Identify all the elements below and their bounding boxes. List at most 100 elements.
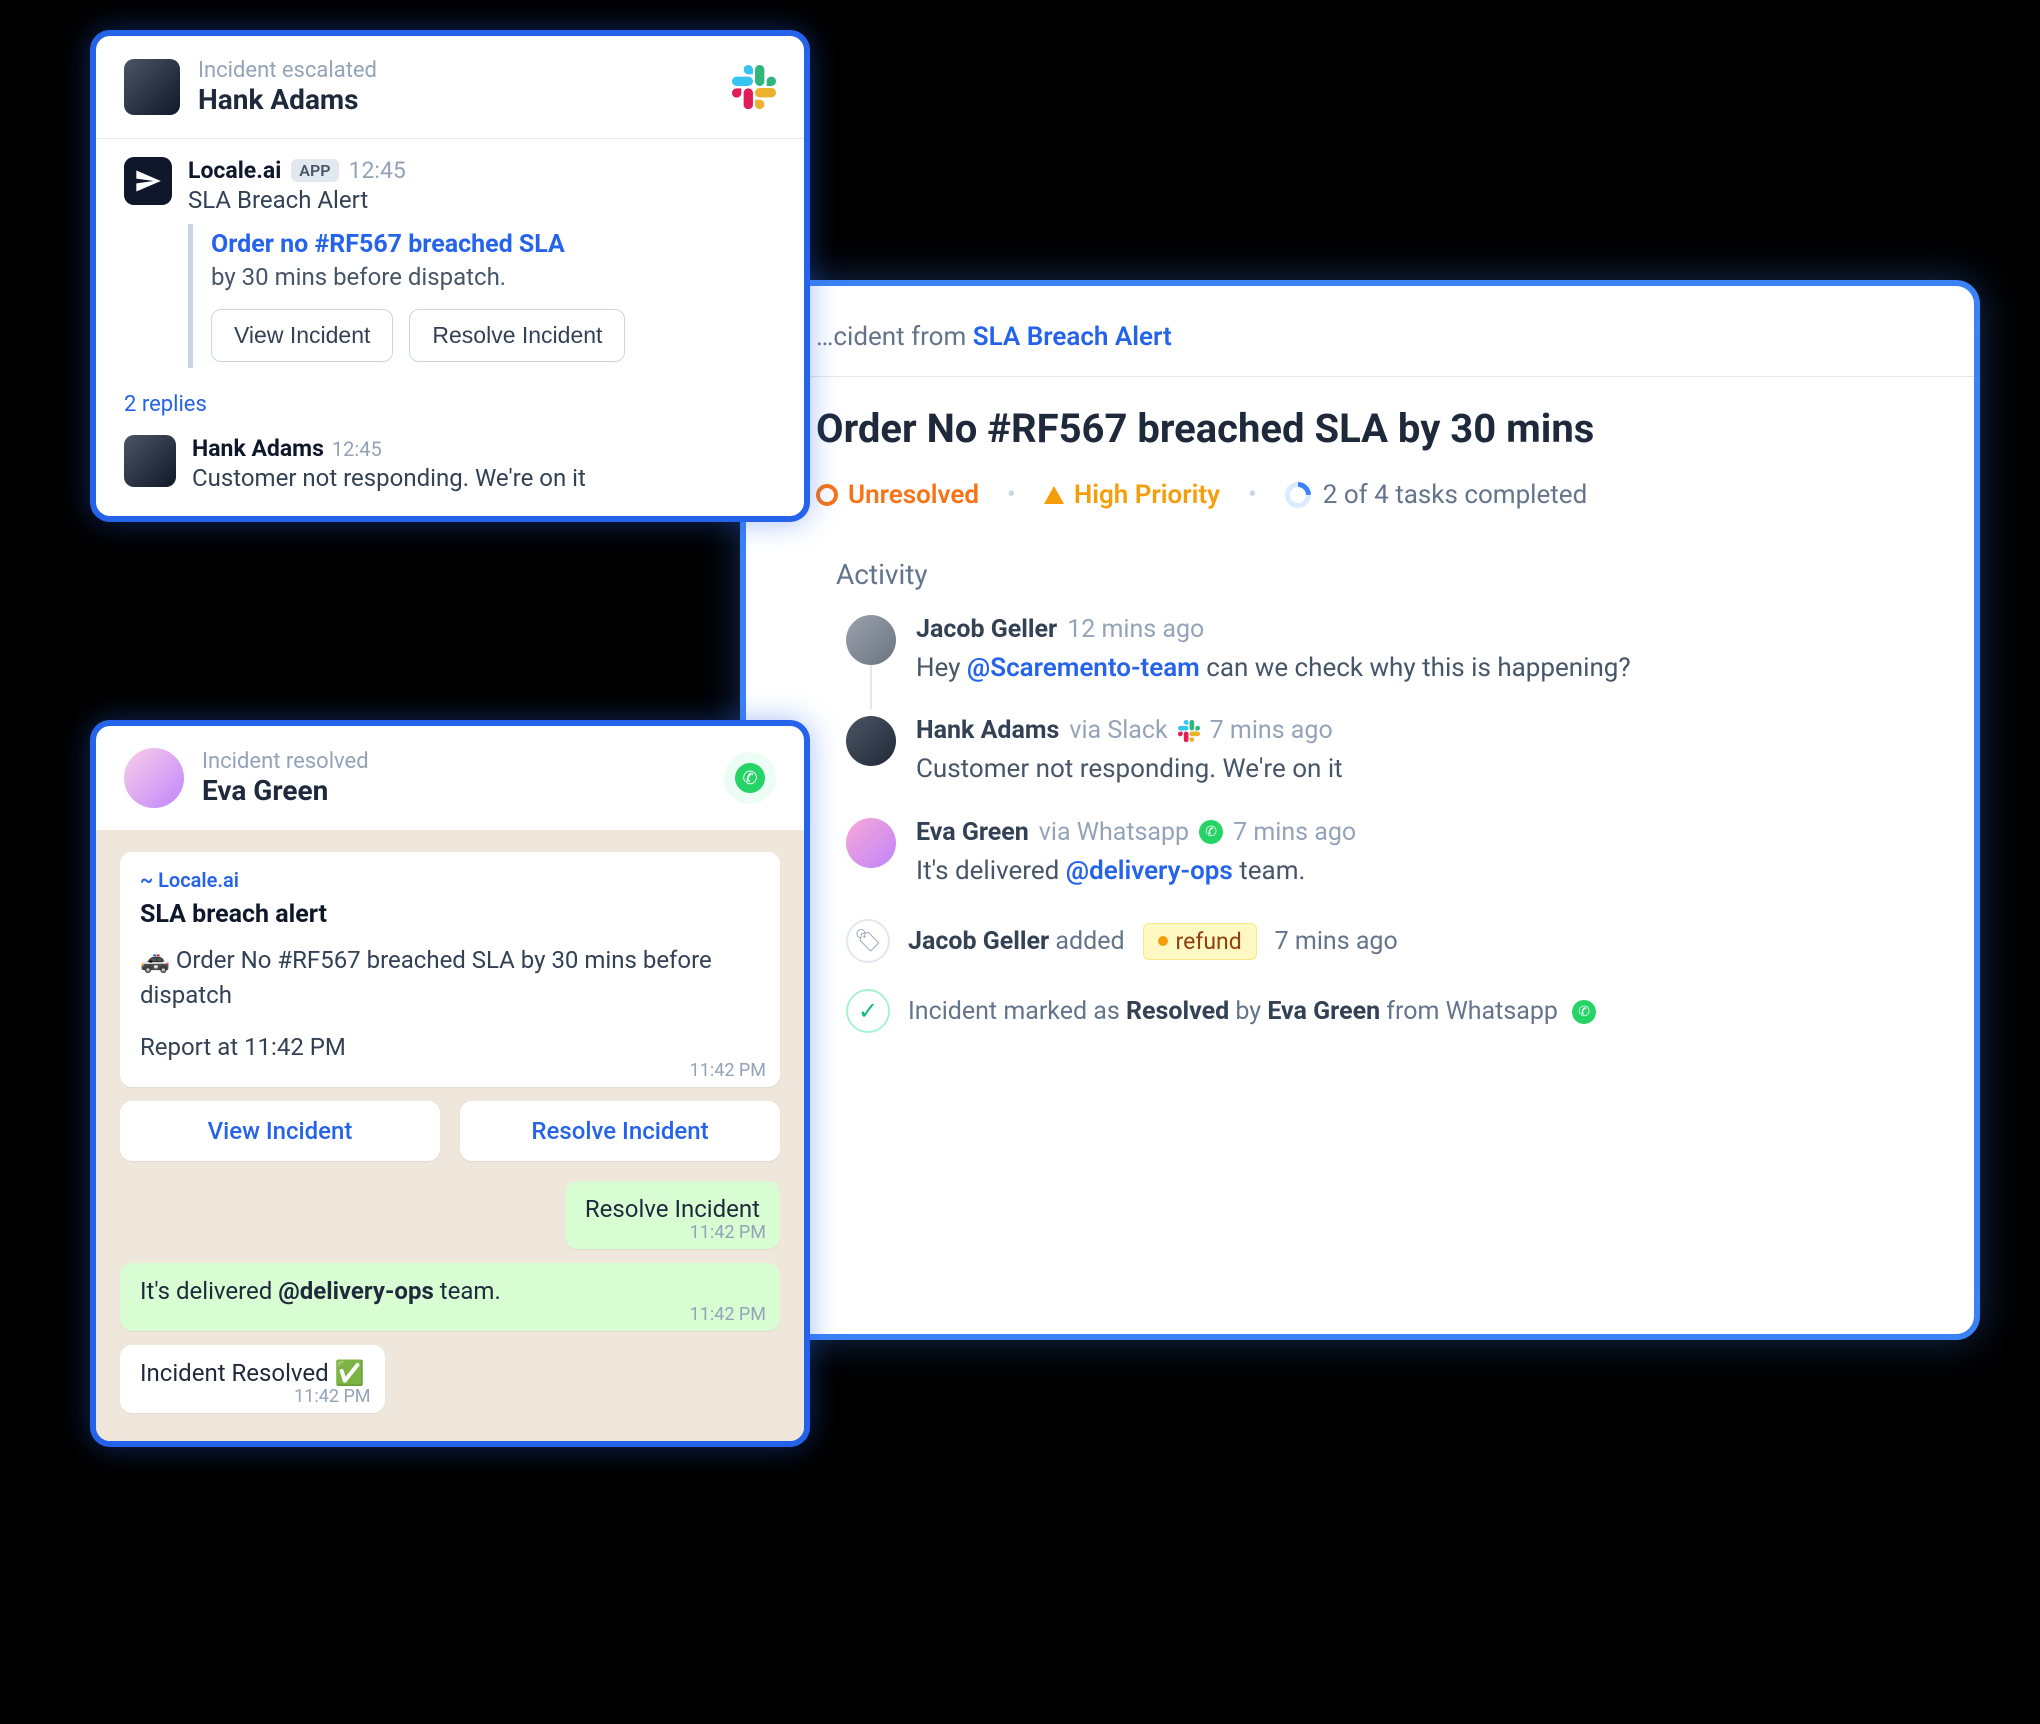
outgoing-message: It's delivered @delivery-ops team. 11:42… bbox=[120, 1263, 780, 1331]
alert-title[interactable]: Order no #RF567 breached SLA bbox=[211, 230, 776, 259]
status-unresolved: Unresolved bbox=[816, 480, 979, 510]
resolved-state: Resolved bbox=[1126, 997, 1229, 1026]
activity-item: Jacob Geller 12 mins ago Hey @Scaremento… bbox=[846, 615, 1926, 686]
reply-text: Customer not responding. We're on it bbox=[192, 464, 586, 492]
card-person: Eva Green bbox=[202, 774, 724, 807]
activity-time: 7 mins ago bbox=[1210, 716, 1333, 745]
breadcrumb: …cident from SLA Breach Alert bbox=[816, 322, 1926, 352]
whatsapp-icon: ✆ bbox=[1572, 1000, 1596, 1024]
report-line: Report at 11:42 PM bbox=[140, 1033, 760, 1061]
mention[interactable]: @Scaremento-team bbox=[967, 653, 1200, 683]
activity-message: Customer not responding. We're on it bbox=[916, 751, 1926, 787]
whatsapp-chat: ~ Locale.ai SLA breach alert 🚓 Order No … bbox=[96, 830, 804, 1441]
avatar bbox=[846, 716, 896, 766]
reply-author: Hank Adams bbox=[192, 435, 324, 462]
activity-tag-row: 🏷 Jacob Geller added refund 7 mins ago bbox=[846, 919, 1926, 963]
avatar bbox=[124, 435, 176, 487]
avatar bbox=[124, 748, 184, 808]
dot-separator: • bbox=[1007, 480, 1016, 510]
breadcrumb-link[interactable]: SLA Breach Alert bbox=[973, 322, 1172, 352]
message-timestamp: 11:42 PM bbox=[294, 1386, 370, 1407]
activity-message: Hey @Scaremento-team can we check why th… bbox=[916, 650, 1926, 686]
activity-time: 7 mins ago bbox=[1233, 818, 1356, 847]
activity-via: via Whatsapp bbox=[1039, 818, 1189, 847]
dot-separator: • bbox=[1248, 480, 1257, 510]
alert-quote: Order no #RF567 breached SLA by 30 mins … bbox=[188, 224, 776, 368]
divider bbox=[746, 376, 1974, 377]
status-row: Unresolved • High Priority • 2 of 4 task… bbox=[816, 480, 1926, 510]
slack-icon bbox=[732, 65, 776, 109]
check-icon: ✅ bbox=[335, 1359, 365, 1387]
whatsapp-badge: ✆ bbox=[724, 752, 776, 804]
activity-resolved-row: ✓ Incident marked as Resolved by Eva Gre… bbox=[846, 989, 1926, 1033]
incident-title: Order No #RF567 breached SLA by 30 mins bbox=[816, 405, 1926, 452]
avatar bbox=[846, 818, 896, 868]
activity-via: via Slack bbox=[1069, 716, 1167, 745]
activity-author: Jacob Geller bbox=[916, 615, 1057, 644]
priority-badge: High Priority bbox=[1044, 480, 1220, 510]
message-text: Incident Resolved ✅ bbox=[140, 1359, 365, 1387]
mention[interactable]: @delivery-ops bbox=[1066, 856, 1233, 886]
mention: @delivery-ops bbox=[278, 1277, 434, 1305]
incoming-message: ~ Locale.ai SLA breach alert 🚓 Order No … bbox=[120, 852, 780, 1087]
priority-icon bbox=[1044, 486, 1064, 504]
resolved-by: Eva Green bbox=[1267, 997, 1380, 1026]
alert-type: SLA Breach Alert bbox=[188, 186, 406, 214]
check-circle-icon: ✓ bbox=[846, 989, 890, 1033]
activity-author: Eva Green bbox=[916, 818, 1029, 847]
message-timestamp: 11:42 PM bbox=[690, 1060, 766, 1081]
system-message: Incident Resolved ✅ 11:42 PM bbox=[120, 1345, 385, 1413]
tasks-progress: 2 of 4 tasks completed bbox=[1285, 480, 1587, 510]
activity-item: Hank Adams via Slack 7 mins ago Customer… bbox=[846, 716, 1926, 787]
priority-label: High Priority bbox=[1074, 480, 1220, 510]
tag-time: 7 mins ago bbox=[1275, 927, 1398, 956]
app-badge: APP bbox=[291, 159, 338, 182]
activity-item: Eva Green via Whatsapp ✆ 7 mins ago It's… bbox=[846, 818, 1926, 889]
activity-message: It's delivered @delivery-ops team. bbox=[916, 853, 1926, 889]
message-text: Resolve Incident bbox=[585, 1195, 760, 1223]
alert-body: 🚓 Order No #RF567 breached SLA by 30 min… bbox=[140, 943, 760, 1013]
card-subtitle: Incident escalated bbox=[198, 58, 732, 83]
resolve-incident-button[interactable]: Resolve Incident bbox=[460, 1101, 780, 1161]
message-timestamp: 11:42 PM bbox=[690, 1222, 766, 1243]
activity-author: Hank Adams bbox=[916, 716, 1059, 745]
card-subtitle: Incident resolved bbox=[202, 749, 724, 774]
outgoing-message: Resolve Incident 11:42 PM bbox=[565, 1181, 780, 1249]
reply-time: 12:45 bbox=[332, 437, 382, 461]
slack-reply: Hank Adams 12:45 Customer not responding.… bbox=[96, 425, 804, 516]
avatar bbox=[846, 615, 896, 665]
whatsapp-icon: ✆ bbox=[1199, 820, 1223, 844]
view-incident-button[interactable]: View Incident bbox=[120, 1101, 440, 1161]
message-timestamp: 11:42 PM bbox=[690, 1304, 766, 1325]
app-avatar bbox=[124, 157, 172, 205]
alert-title: SLA breach alert bbox=[140, 900, 760, 929]
activity-timeline: Jacob Geller 12 mins ago Hey @Scaremento… bbox=[846, 615, 1926, 889]
message-text: It's delivered @delivery-ops team. bbox=[140, 1277, 760, 1305]
activity-time: 12 mins ago bbox=[1067, 615, 1204, 644]
breadcrumb-prefix: …cident from bbox=[816, 322, 973, 352]
resolve-incident-button[interactable]: Resolve Incident bbox=[409, 309, 625, 362]
avatar bbox=[124, 59, 180, 115]
app-name: Locale.ai bbox=[188, 157, 281, 184]
tag-verb: added bbox=[1055, 927, 1124, 956]
tag-icon: 🏷 bbox=[846, 919, 890, 963]
alert-subtitle: by 30 mins before dispatch. bbox=[211, 263, 776, 291]
tag-author: Jacob Geller bbox=[908, 927, 1049, 956]
status-label: Unresolved bbox=[848, 480, 979, 510]
activity-heading: Activity bbox=[836, 558, 1926, 591]
tasks-label: 2 of 4 tasks completed bbox=[1323, 480, 1587, 510]
view-incident-button[interactable]: View Incident bbox=[211, 309, 393, 362]
message-time: 12:45 bbox=[349, 157, 406, 184]
card-person: Hank Adams bbox=[198, 83, 732, 116]
message-sender: ~ Locale.ai bbox=[140, 868, 760, 892]
replies-link[interactable]: 2 replies bbox=[124, 392, 804, 417]
incident-detail-panel: …cident from SLA Breach Alert Order No #… bbox=[740, 280, 1980, 1340]
tag-chip[interactable]: refund bbox=[1143, 923, 1257, 960]
progress-ring-icon bbox=[1279, 477, 1316, 514]
whatsapp-notification-card: Incident resolved Eva Green ✆ ~ Locale.a… bbox=[90, 720, 810, 1447]
slack-notification-card: Incident escalated Hank Adams Locale.ai … bbox=[90, 30, 810, 522]
send-icon bbox=[134, 167, 162, 195]
status-icon bbox=[816, 484, 838, 506]
slack-icon bbox=[1178, 720, 1200, 742]
whatsapp-icon: ✆ bbox=[735, 763, 765, 793]
